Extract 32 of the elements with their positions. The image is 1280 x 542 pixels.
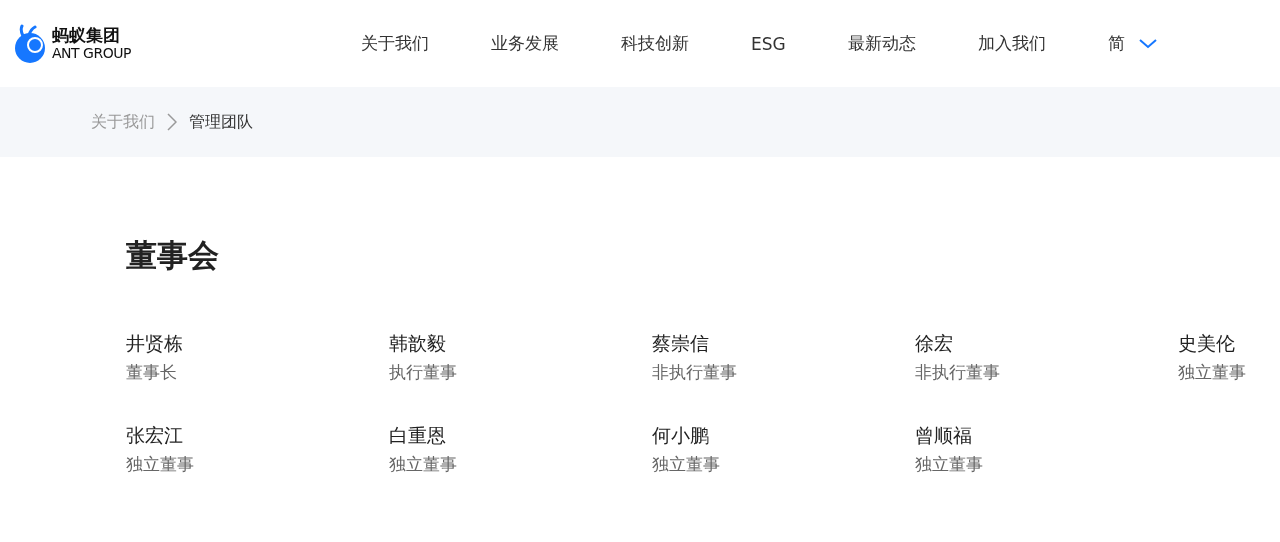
member-name: 张宏江 [126,423,184,448]
member-name: 曾顺福 [915,423,973,448]
nav-link[interactable]: 关于我们 [361,32,429,55]
member-name: 徐宏 [915,331,954,356]
nav-link[interactable]: 最新动态 [847,32,916,55]
member-role: 执行董事 [389,361,458,384]
nav-link[interactable]: 加入我们 [977,32,1046,55]
nav-link[interactable]: 业务发展 [491,32,559,55]
member-role: 独立董事 [1178,361,1247,384]
member-role: 独立董事 [915,453,984,476]
member-name: 白重恩 [389,423,447,448]
member-role: 独立董事 [389,453,458,476]
member-name: 史美伦 [1178,331,1236,356]
member-name: 井贤栋 [126,331,184,356]
logo-wordmark: ANT GROUP [52,46,131,60]
member-role: 非执行董事 [652,361,738,384]
language-selector[interactable]: 简 [1107,32,1157,55]
ant-logo-icon [14,23,46,64]
member-role: 独立董事 [652,453,721,476]
member-role: 非执行董事 [915,361,1001,384]
nav-link[interactable]: ESG [751,33,786,54]
member-name: 何小鹏 [652,423,710,448]
chevron-right-icon [167,113,177,131]
breadcrumb-link[interactable]: 管理团队 [189,111,253,133]
nav-link[interactable]: 科技创新 [621,32,689,55]
member-name: 韩歆毅 [389,331,447,356]
member-role: 董事长 [126,361,178,384]
member-name: 蔡崇信 [652,331,710,356]
chevron-down-icon [1138,38,1157,49]
section-title: 董事会 [126,236,220,275]
member-role: 独立董事 [126,453,195,476]
logo-name: 蚂蚁集团 [52,27,121,44]
